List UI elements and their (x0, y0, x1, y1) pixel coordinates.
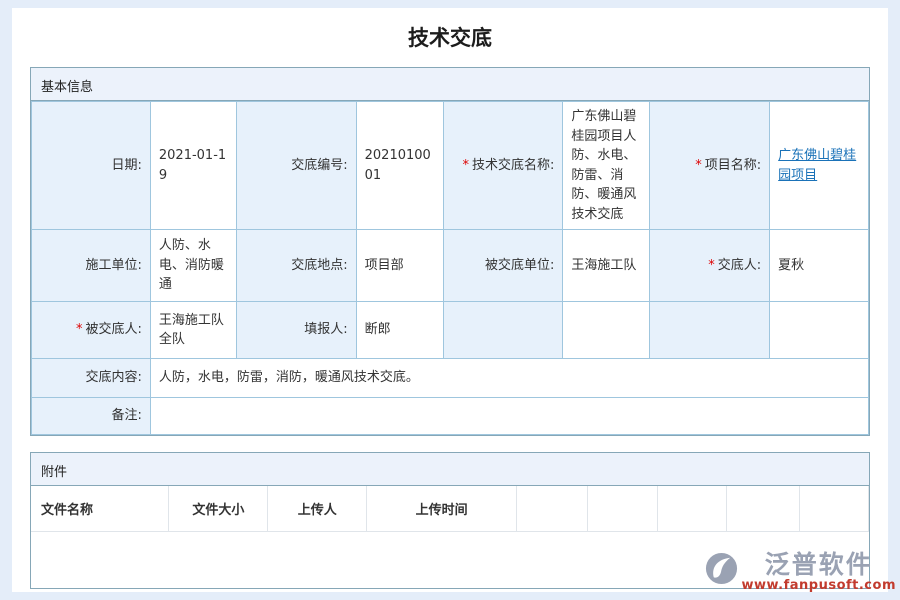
to-unit-value: 王海施工队 (563, 230, 650, 302)
content-label: 交底内容: (32, 359, 151, 398)
unit-label: 施工单位: (32, 230, 151, 302)
location-value: 项目部 (356, 230, 443, 302)
empty-value-cell (770, 302, 869, 359)
to-person-label: *被交底人: (32, 302, 151, 359)
required-mark: * (76, 322, 83, 337)
number-label: 交底编号: (236, 102, 356, 230)
table-row: 交底内容: 人防，水电，防雷，消防，暖通风技术交底。 (32, 359, 869, 398)
fanpu-logo: 泛普软件 www.fanpusoft.com (704, 552, 896, 593)
empty-column-header (726, 486, 799, 531)
file-name-column-header: 文件名称 (31, 486, 169, 531)
basic-info-table: 日期: 2021-01-19 交底编号: 2021010001 *技术交底名称:… (31, 101, 869, 435)
project-label: *项目名称: (650, 102, 770, 230)
remark-label: 备注: (32, 398, 151, 435)
project-label-text: 项目名称: (705, 158, 761, 173)
name-label: *技术交底名称: (443, 102, 563, 230)
empty-column-header (657, 486, 726, 531)
fanpu-website-link[interactable]: www.fanpusoft.com (741, 578, 896, 593)
discloser-value: 夏秋 (770, 230, 869, 302)
empty-label-cell (443, 302, 563, 359)
empty-column-header (588, 486, 658, 531)
empty-column-header (517, 486, 588, 531)
basic-info-section-header: 基本信息 (31, 68, 869, 101)
empty-column-header (799, 486, 868, 531)
content-value: 人防，水电，防雷，消防，暖通风技术交底。 (150, 359, 868, 398)
uploader-column-header: 上传人 (268, 486, 367, 531)
empty-label-cell (650, 302, 770, 359)
unit-value: 人防、水电、消防暖通 (150, 230, 236, 302)
file-size-column-header: 文件大小 (169, 486, 268, 531)
page-title: 技术交底 (12, 8, 888, 67)
table-row: 施工单位: 人防、水电、消防暖通 交底地点: 项目部 被交底单位: 王海施工队 … (32, 230, 869, 302)
number-value: 2021010001 (356, 102, 443, 230)
project-value: 广东佛山碧桂园项目 (770, 102, 869, 230)
page-content: 技术交底 基本信息 日期: 2021-01-19 交底编号: 202101000… (12, 8, 888, 592)
name-label-text: 技术交底名称: (472, 158, 554, 173)
required-mark: * (463, 158, 470, 173)
name-value: 广东佛山碧桂园项目人防、水电、防雷、消防、暖通风技术交底 (563, 102, 650, 230)
discloser-label: *交底人: (650, 230, 770, 302)
to-unit-label: 被交底单位: (443, 230, 563, 302)
basic-info-panel: 基本信息 日期: 2021-01-19 交底编号: 2021010001 *技术… (30, 67, 870, 436)
table-row: 日期: 2021-01-19 交底编号: 2021010001 *技术交底名称:… (32, 102, 869, 230)
to-person-label-text: 被交底人: (85, 322, 141, 337)
attachments-header-row: 文件名称 文件大小 上传人 上传时间 (31, 486, 869, 531)
required-mark: * (708, 258, 715, 273)
required-mark: * (695, 158, 702, 173)
table-row: 备注: (32, 398, 869, 435)
attachments-section-header: 附件 (31, 453, 869, 486)
discloser-label-text: 交底人: (718, 258, 761, 273)
location-label: 交底地点: (236, 230, 356, 302)
filler-value: 断郎 (356, 302, 443, 359)
fanpu-logo-text: 泛普软件 (765, 552, 873, 578)
fanpu-logo-icon (704, 551, 739, 586)
upload-time-column-header: 上传时间 (367, 486, 517, 531)
empty-value-cell (563, 302, 650, 359)
date-value: 2021-01-19 (150, 102, 236, 230)
filler-label: 填报人: (236, 302, 356, 359)
project-link[interactable]: 广东佛山碧桂园项目 (778, 148, 856, 183)
date-label: 日期: (32, 102, 151, 230)
attachments-table: 文件名称 文件大小 上传人 上传时间 (31, 486, 869, 532)
to-person-value: 王海施工队全队 (150, 302, 236, 359)
remark-value (150, 398, 868, 435)
table-row: *被交底人: 王海施工队全队 填报人: 断郎 (32, 302, 869, 359)
